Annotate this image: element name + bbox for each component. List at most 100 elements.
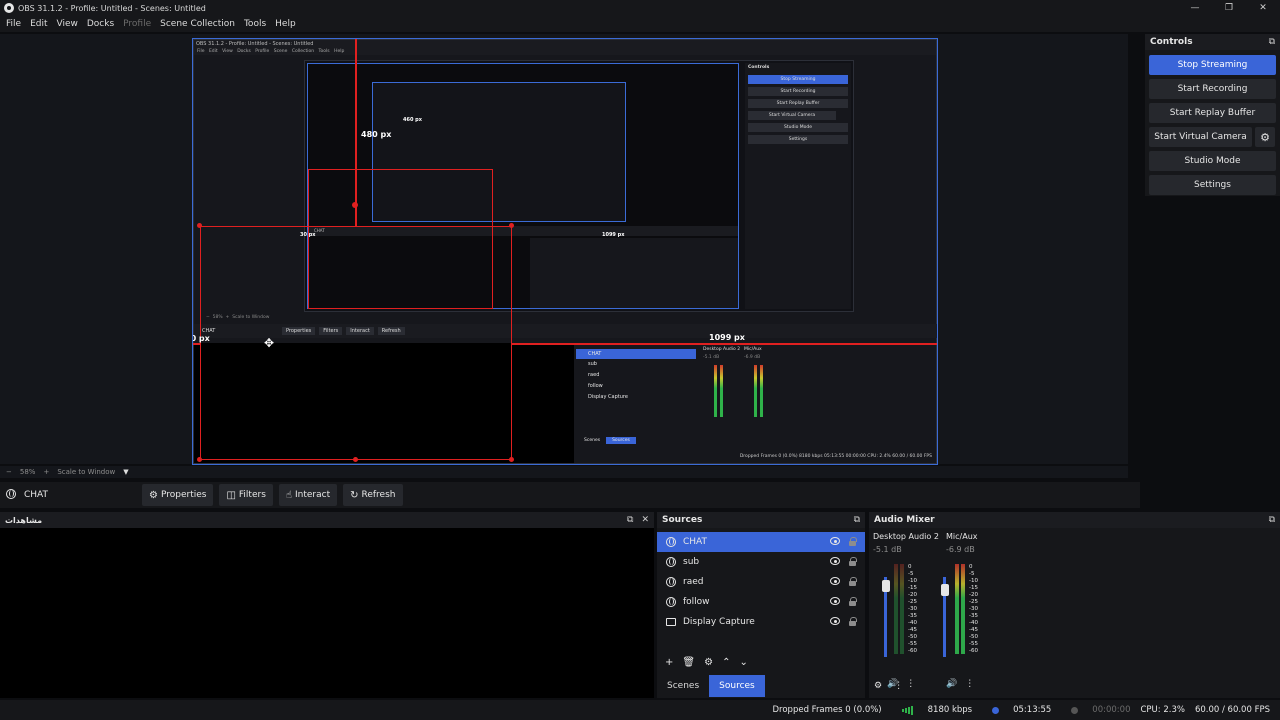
mixer-more-icon[interactable]: ⋮	[894, 681, 903, 691]
level-meter	[955, 564, 959, 654]
zoom-mode[interactable]: Scale to Window	[57, 468, 115, 476]
captured-controls-title: Controls	[748, 65, 770, 70]
trash-icon[interactable]: 🗑	[682, 657, 695, 668]
lock-icon[interactable]	[849, 597, 857, 606]
virtual-camera-gear-icon[interactable]: ⚙	[1255, 127, 1275, 147]
stop-streaming-button[interactable]: Stop Streaming	[1149, 55, 1276, 75]
more-options-icon[interactable]: ⋮	[965, 679, 974, 689]
visibility-eye-icon[interactable]	[830, 537, 840, 545]
visibility-eye-icon[interactable]	[830, 597, 840, 605]
start-replay-buffer-button[interactable]: Start Replay Buffer	[1149, 103, 1276, 123]
zoom-dropdown-icon[interactable]: ▼	[123, 468, 128, 476]
menu-profile[interactable]: Profile	[123, 19, 151, 29]
source-name: sub	[683, 557, 700, 567]
record-time: 00:00:00	[1061, 705, 1130, 715]
float-dock-icon[interactable]: ⧉	[1269, 515, 1275, 525]
speaker-icon[interactable]: 🔊	[946, 679, 957, 689]
mixer-footer: ⚙ ⋮	[874, 681, 915, 691]
refresh-button[interactable]: ↻ Refresh	[343, 484, 403, 506]
float-dock-icon[interactable]: ⧉	[1269, 37, 1275, 47]
preview-canvas[interactable]: OBS 31.1.2 - Profile: Untitled - Scenes:…	[192, 38, 938, 465]
source-name: follow	[683, 597, 710, 607]
browser-source-icon	[666, 577, 676, 587]
filters-button[interactable]: ◫ Filters	[219, 484, 273, 506]
resize-handle-b[interactable]	[353, 457, 358, 462]
source-item-follow[interactable]: follow	[657, 592, 865, 612]
volume-slider-handle[interactable]	[882, 580, 890, 592]
source-item-raed[interactable]: raed	[657, 572, 865, 592]
settings-button[interactable]: Settings	[1149, 175, 1276, 195]
obs-logo-icon	[4, 3, 14, 13]
menu-file[interactable]: File	[6, 19, 21, 29]
close-dock-icon[interactable]: ✕	[641, 515, 649, 525]
gear-icon[interactable]: ⚙	[704, 657, 713, 668]
mixer-channel-desktop-audio: Desktop Audio 2 -5.1 dB 0 -5 -10 -15 -20 -25-…	[873, 532, 943, 689]
resize-handle-tl[interactable]	[197, 223, 202, 228]
source-item-chat[interactable]: CHAT	[657, 532, 865, 552]
preview-area[interactable]: OBS 31.1.2 - Profile: Untitled - Scenes:…	[0, 34, 1128, 465]
resize-handle-bl[interactable]	[197, 457, 202, 462]
chat-dock-body[interactable]	[0, 528, 654, 698]
chat-dock: مشاهدات ⧉ ✕	[0, 512, 654, 698]
start-recording-button[interactable]: Start Recording	[1149, 79, 1276, 99]
mixer-gear-icon[interactable]: ⚙	[874, 681, 882, 691]
properties-button[interactable]: ⚙ Properties	[142, 484, 214, 506]
selected-source: CHAT	[6, 488, 142, 502]
menu-view[interactable]: View	[57, 19, 78, 29]
controls-dock-title: Controls	[1150, 37, 1193, 47]
captured-menu: File Edit View Docks Profile Scene Colle…	[194, 48, 936, 55]
tab-scenes[interactable]: Scenes	[657, 675, 709, 697]
menu-help[interactable]: Help	[275, 19, 296, 29]
audio-mixer-dock: Audio Mixer ⧉ Desktop Audio 2 -5.1 dB 0-…	[869, 512, 1280, 698]
source-item-display-capture[interactable]: Display Capture	[657, 612, 865, 632]
chat-dock-header: مشاهدات ⧉ ✕	[0, 512, 654, 528]
minimize-icon[interactable]: —	[1178, 0, 1212, 16]
channel-db: -5.1 dB	[873, 545, 902, 554]
sources-dock-title: Sources	[662, 515, 703, 525]
source-item-sub[interactable]: sub	[657, 552, 865, 572]
maximize-icon[interactable]: ❐	[1212, 0, 1246, 16]
refresh-icon: ↻	[350, 489, 359, 501]
resize-handle-br[interactable]	[509, 457, 514, 462]
add-source-icon[interactable]: +	[665, 657, 673, 668]
captured-start-recording: Start Recording	[748, 87, 848, 96]
fps: 60.00 / 60.00 FPS	[1194, 705, 1270, 715]
menu-scene-collection[interactable]: Scene Collection	[160, 19, 235, 29]
guide-handle-dot[interactable]	[352, 202, 358, 208]
captured-virtual-camera: Start Virtual Camera	[748, 111, 836, 120]
controls-dock: Controls ⧉ Stop Streaming Start Recordin…	[1145, 34, 1280, 196]
level-meter	[894, 564, 898, 654]
dropped-frames: Dropped Frames 0 (0.0%)	[772, 705, 882, 715]
menu-edit[interactable]: Edit	[30, 19, 47, 29]
float-dock-icon[interactable]: ⧉	[627, 515, 633, 525]
lock-icon[interactable]	[849, 617, 857, 626]
interact-button[interactable]: ☝ Interact	[278, 484, 338, 506]
studio-mode-button[interactable]: Studio Mode	[1149, 151, 1276, 171]
move-down-icon[interactable]: ⌄	[739, 657, 747, 668]
menu-docks[interactable]: Docks	[87, 19, 114, 29]
browser-source-icon	[666, 537, 676, 547]
tab-sources[interactable]: Sources	[709, 675, 765, 697]
visibility-eye-icon[interactable]	[830, 617, 840, 625]
start-virtual-camera-button[interactable]: Start Virtual Camera	[1149, 127, 1252, 147]
resize-handle-tr[interactable]	[509, 223, 514, 228]
captured-title: OBS 31.1.2 - Profile: Untitled - Scenes:…	[194, 40, 936, 48]
move-up-icon[interactable]: ⌃	[722, 657, 730, 668]
guide-label-30: 30 px	[300, 232, 316, 238]
visibility-eye-icon[interactable]	[830, 577, 840, 585]
float-dock-icon[interactable]: ⧉	[854, 515, 860, 525]
menu-tools[interactable]: Tools	[244, 19, 266, 29]
cpu-usage: CPU: 2.3%	[1140, 705, 1185, 715]
lock-icon[interactable]	[849, 537, 857, 546]
lock-icon[interactable]	[849, 557, 857, 566]
visibility-eye-icon[interactable]	[830, 557, 840, 565]
mixer-dock-header: Audio Mixer ⧉	[869, 512, 1280, 528]
zoom-in-button[interactable]: +	[43, 468, 49, 476]
volume-slider-handle[interactable]	[941, 584, 949, 596]
channel-controls: 🔊 ⋮	[946, 679, 982, 689]
close-icon[interactable]: ✕	[1246, 0, 1280, 16]
zoom-out-button[interactable]: −	[6, 468, 12, 476]
pointer-icon: ☝	[285, 489, 292, 501]
selection-box-inner	[308, 169, 493, 309]
lock-icon[interactable]	[849, 577, 857, 586]
